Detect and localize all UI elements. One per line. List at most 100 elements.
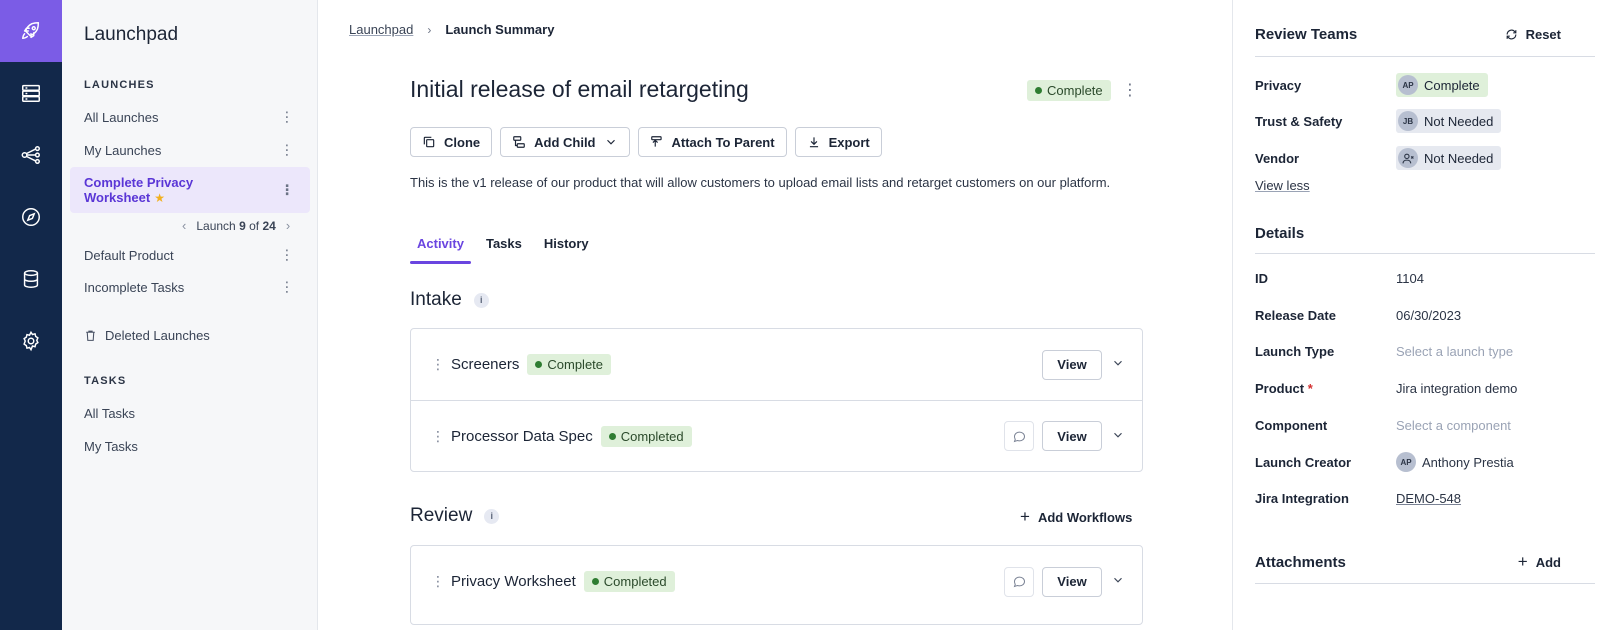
launch-pager: ‹ Launch 9 of 24 ›	[182, 218, 290, 233]
chevron-down-icon	[606, 139, 615, 145]
launch-description: This is the v1 release of our product th…	[410, 175, 1111, 190]
jira-issue-link[interactable]: DEMO-548	[1396, 491, 1461, 506]
chevron-left-icon[interactable]: ‹	[182, 218, 186, 233]
tab-history[interactable]: History	[537, 236, 596, 264]
detail-row-jira-integration: Jira Integration DEMO-548	[1255, 491, 1462, 506]
team-status-pill[interactable]: JB Not Needed	[1396, 109, 1502, 133]
rail-compass[interactable]	[0, 186, 62, 248]
drag-handle-icon[interactable]: ⋮	[431, 573, 445, 590]
rail-servers[interactable]	[0, 62, 62, 124]
details-title: Details	[1255, 225, 1305, 242]
kebab-icon[interactable]: ⋮	[280, 182, 294, 199]
pager-text: Launch 9 of 24	[196, 218, 276, 233]
intake-card: ⋮ Screeners Complete View ⋮ Processor Da…	[410, 328, 1143, 472]
sidebar-item-all-launches[interactable]: All Launches ⋮	[70, 102, 310, 132]
detail-row-launch-type: Launch Type Select a launch type	[1255, 344, 1514, 359]
trash-icon	[86, 330, 95, 341]
sidebar-item-incomplete-tasks[interactable]: Incomplete Tasks ⋮	[70, 272, 310, 302]
comment-icon	[1013, 576, 1025, 588]
avatar: JB	[1398, 111, 1418, 131]
plus-icon: +	[1517, 552, 1528, 571]
sidebar-item-label: Complete Privacy Worksheet ★	[84, 174, 194, 205]
sidebar: Launchpad LAUNCHES All Launches ⋮ My Lau…	[62, 0, 318, 630]
workflow-row: ⋮ Processor Data Spec Completed View	[411, 400, 1142, 471]
add-attachment-button[interactable]: + Add	[1518, 552, 1561, 572]
rail-settings[interactable]	[0, 310, 62, 372]
copy-icon	[423, 136, 435, 148]
chevron-down-icon[interactable]	[1111, 356, 1125, 373]
comment-button[interactable]	[1004, 421, 1034, 451]
detail-row-component: Component Select a component	[1255, 418, 1511, 433]
rail-launchpad[interactable]	[0, 0, 62, 62]
sidebar-item-my-tasks[interactable]: My Tasks	[70, 431, 310, 461]
tab-tasks[interactable]: Tasks	[479, 236, 529, 264]
status-badge: Complete	[1027, 80, 1111, 101]
required-marker: *	[1307, 381, 1313, 396]
app-title: Launchpad	[84, 24, 179, 45]
clone-button[interactable]: Clone	[410, 127, 493, 157]
sidebar-item-all-tasks[interactable]: All Tasks	[70, 398, 310, 428]
review-team-row: Trust & Safety JB Not Needed	[1255, 109, 1502, 133]
launches-section-label: LAUNCHES	[84, 79, 155, 91]
sidebar-item-label: Default Product	[84, 247, 174, 263]
refresh-icon	[1506, 29, 1516, 40]
avatar: AP	[1398, 75, 1418, 95]
launch-menu-kebab-icon[interactable]: ⋮	[1122, 80, 1138, 100]
divider	[1255, 56, 1595, 57]
sidebar-item-my-launches[interactable]: My Launches ⋮	[70, 135, 310, 165]
intake-section-title: Intake i	[410, 289, 489, 311]
add-child-button[interactable]: Add Child	[500, 127, 630, 157]
kebab-icon[interactable]: ⋮	[280, 109, 294, 126]
review-team-row: Privacy AP Complete	[1255, 73, 1488, 97]
server-icon	[22, 84, 40, 102]
drag-handle-icon[interactable]: ⋮	[431, 428, 445, 445]
kebab-icon[interactable]: ⋮	[280, 247, 294, 264]
rail-workflows[interactable]	[0, 124, 62, 186]
chevron-right-icon[interactable]: ›	[286, 218, 290, 233]
user-x-icon	[1398, 148, 1418, 168]
sidebar-item-deleted-launches[interactable]: Deleted Launches	[70, 320, 310, 350]
add-workflows-button[interactable]: + Add Workflows	[1020, 507, 1132, 527]
team-status-pill[interactable]: Not Needed	[1396, 146, 1502, 170]
kebab-icon[interactable]: ⋮	[280, 279, 294, 296]
export-button[interactable]: Export	[794, 127, 882, 157]
sidebar-item-default-product[interactable]: Default Product ⋮	[70, 240, 310, 270]
status-badge: Completed	[600, 425, 692, 447]
launch-creator-field[interactable]: AP Anthony Prestia	[1396, 452, 1514, 472]
rail-database[interactable]	[0, 248, 62, 310]
review-teams-title: Review Teams	[1255, 26, 1358, 43]
workflow-name: Processor Data Spec	[451, 427, 593, 445]
drag-handle-icon[interactable]: ⋮	[431, 356, 445, 373]
attachments-header: Attachments + Add	[1255, 552, 1561, 572]
view-button[interactable]: View	[1042, 566, 1102, 597]
status-dot-icon	[608, 432, 616, 440]
sidebar-item-label: All Launches	[84, 109, 159, 125]
reset-button[interactable]: Reset	[1505, 27, 1561, 42]
view-less-link[interactable]: View less	[1255, 178, 1310, 193]
release-date-field[interactable]: 06/30/2023	[1396, 308, 1461, 323]
sidebar-item-label: All Tasks	[84, 405, 136, 421]
breadcrumb-root-link[interactable]: Launchpad	[349, 22, 413, 37]
status-dot-icon	[535, 361, 543, 368]
product-select[interactable]: Jira integration demo	[1396, 381, 1517, 396]
attach-to-parent-button[interactable]: Attach To Parent	[637, 127, 787, 157]
tab-activity[interactable]: Activity	[410, 236, 471, 264]
tasks-section-label: TASKS	[84, 375, 127, 387]
sidebar-item-complete-privacy-worksheet[interactable]: Complete Privacy Worksheet ★ ⋮	[70, 167, 310, 213]
compass-icon	[22, 208, 40, 226]
star-icon: ★	[154, 190, 165, 205]
chevron-down-icon[interactable]	[1111, 428, 1125, 445]
info-icon[interactable]: i	[473, 292, 489, 308]
component-select[interactable]: Select a component	[1396, 418, 1511, 433]
view-button[interactable]: View	[1042, 421, 1102, 451]
team-status-pill[interactable]: AP Complete	[1396, 73, 1488, 97]
launch-type-select[interactable]: Select a launch type	[1396, 344, 1513, 359]
avatar: AP	[1396, 452, 1416, 472]
info-icon[interactable]: i	[484, 508, 500, 524]
workflow-row: ⋮ Privacy Worksheet Completed View	[411, 546, 1142, 617]
comment-button[interactable]	[1004, 566, 1034, 597]
chevron-down-icon[interactable]	[1111, 573, 1125, 590]
tab-bar: Activity Tasks History	[410, 236, 604, 264]
view-button[interactable]: View	[1042, 349, 1102, 380]
kebab-icon[interactable]: ⋮	[280, 142, 294, 159]
